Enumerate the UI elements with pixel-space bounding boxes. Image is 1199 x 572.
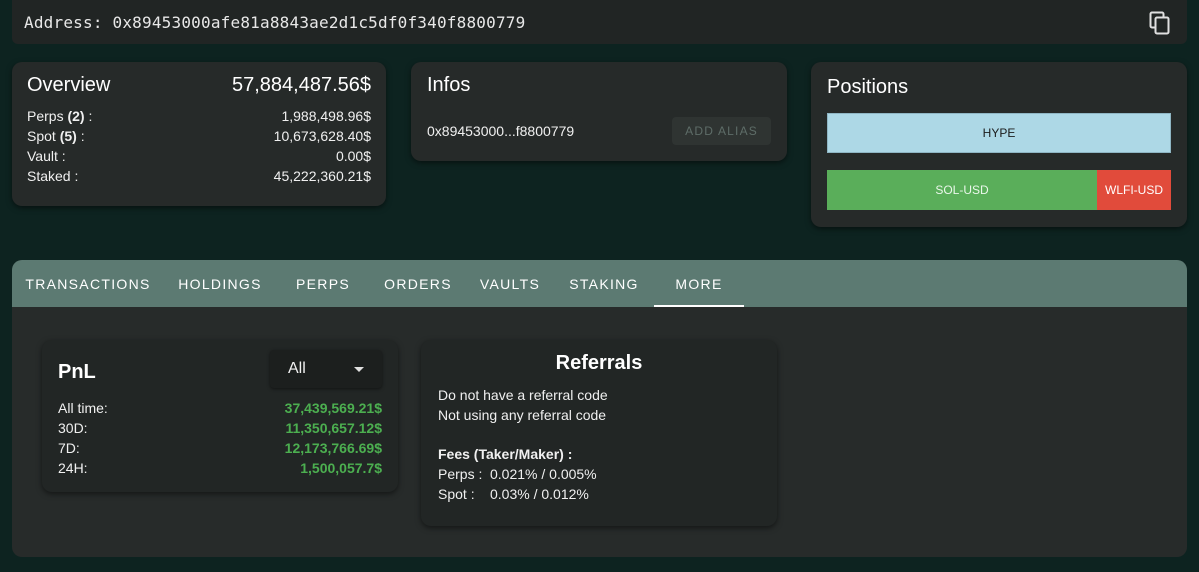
address-bar: Address: 0x89453000afe81a8843ae2d1c5df0f… <box>12 0 1187 44</box>
overview-total: 57,884,487.56$ <box>231 74 371 96</box>
pnl-row: 7D: 12,173,766.69$ <box>58 438 382 458</box>
pnl-card: PnL All All time: 37,439,569.21$ 30D: 11… <box>42 340 398 492</box>
fee-label: Perps : <box>438 466 483 482</box>
overview-value: 10,673,628.40$ <box>273 128 371 144</box>
overview-label: Staked : <box>27 168 79 184</box>
overview-value: 0.00$ <box>335 148 371 164</box>
infos-card: Infos 0x89453000...f8800779 ADD ALIAS <box>411 62 787 161</box>
fee-label: Spot : <box>438 486 475 502</box>
fees-title: Fees (Taker/Maker) : <box>438 446 573 462</box>
tab-orders[interactable]: ORDERS <box>370 260 466 307</box>
pnl-period-value: All <box>288 360 306 377</box>
overview-value: 1,988,498.96$ <box>281 108 371 124</box>
overview-label: Perps (2) : <box>27 108 93 124</box>
pnl-title: PnL <box>58 360 96 383</box>
overview-row-spot: Spot (5) : 10,673,628.40$ <box>27 126 371 146</box>
tab-holdings[interactable]: HOLDINGS <box>164 260 276 307</box>
add-alias-button[interactable]: ADD ALIAS <box>672 117 771 145</box>
pnl-label: All time: <box>58 400 108 416</box>
referral-code-status: Do not have a referral code <box>438 387 608 403</box>
position-block-wlfi-usd[interactable]: WLFI-USD <box>1097 170 1171 210</box>
tab-bar: TRANSACTIONS HOLDINGS PERPS ORDERS VAULT… <box>12 260 1187 307</box>
pnl-value: 1,500,057.7$ <box>300 460 382 476</box>
pnl-row: All time: 37,439,569.21$ <box>58 398 382 418</box>
pnl-label: 24H: <box>58 460 88 476</box>
tab-transactions[interactable]: TRANSACTIONS <box>12 260 164 307</box>
pnl-row: 24H: 1,500,057.7$ <box>58 458 382 478</box>
caret-down-icon <box>354 366 364 372</box>
main-panel: TRANSACTIONS HOLDINGS PERPS ORDERS VAULT… <box>12 260 1187 557</box>
overview-label: Spot (5) : <box>27 128 85 144</box>
overview-row-staked: Staked : 45,222,360.21$ <box>27 166 371 186</box>
address-text: Address: 0x89453000afe81a8843ae2d1c5df0f… <box>24 12 526 32</box>
fee-row-spot: Spot : 0.03% / 0.012% <box>438 484 760 504</box>
position-block-hype[interactable]: HYPE <box>827 113 1171 153</box>
overview-row-vault: Vault : 0.00$ <box>27 146 371 166</box>
infos-title: Infos <box>427 74 471 96</box>
pnl-value: 37,439,569.21$ <box>284 400 382 416</box>
positions-card: Positions HYPE SOL-USD WLFI-USD <box>811 62 1187 227</box>
overview-card: Overview 57,884,487.56$ Perps (2) : 1,98… <box>12 62 386 206</box>
fee-value: 0.03% / 0.012% <box>490 486 589 502</box>
referrals-card: Referrals Do not have a referral code No… <box>421 340 777 526</box>
referral-usage-status: Not using any referral code <box>438 407 607 423</box>
infos-address: 0x89453000...f8800779 <box>427 123 575 139</box>
overview-label: Vault : <box>27 148 66 164</box>
fee-value: 0.021% / 0.005% <box>490 466 597 482</box>
position-block-sol-usd[interactable]: SOL-USD <box>827 170 1097 210</box>
pnl-value: 11,350,657.12$ <box>285 420 382 436</box>
pnl-label: 30D: <box>58 420 88 436</box>
fee-row-perps: Perps : 0.021% / 0.005% <box>438 464 760 484</box>
pnl-period-select[interactable]: All <box>270 350 382 388</box>
overview-value: 45,222,360.21$ <box>273 168 371 184</box>
overview-title: Overview <box>27 74 111 96</box>
tab-staking[interactable]: STAKING <box>554 260 654 307</box>
pnl-label: 7D: <box>58 440 80 456</box>
copy-icon[interactable] <box>1149 11 1171 35</box>
overview-row-perps: Perps (2) : 1,988,498.96$ <box>27 106 371 126</box>
pnl-value: 12,173,766.69$ <box>284 440 382 456</box>
referrals-title: Referrals <box>555 352 643 374</box>
tab-perps[interactable]: PERPS <box>276 260 370 307</box>
tab-vaults[interactable]: VAULTS <box>466 260 554 307</box>
positions-title: Positions <box>827 76 909 98</box>
tab-more[interactable]: MORE <box>654 260 744 307</box>
pnl-row: 30D: 11,350,657.12$ <box>58 418 382 438</box>
